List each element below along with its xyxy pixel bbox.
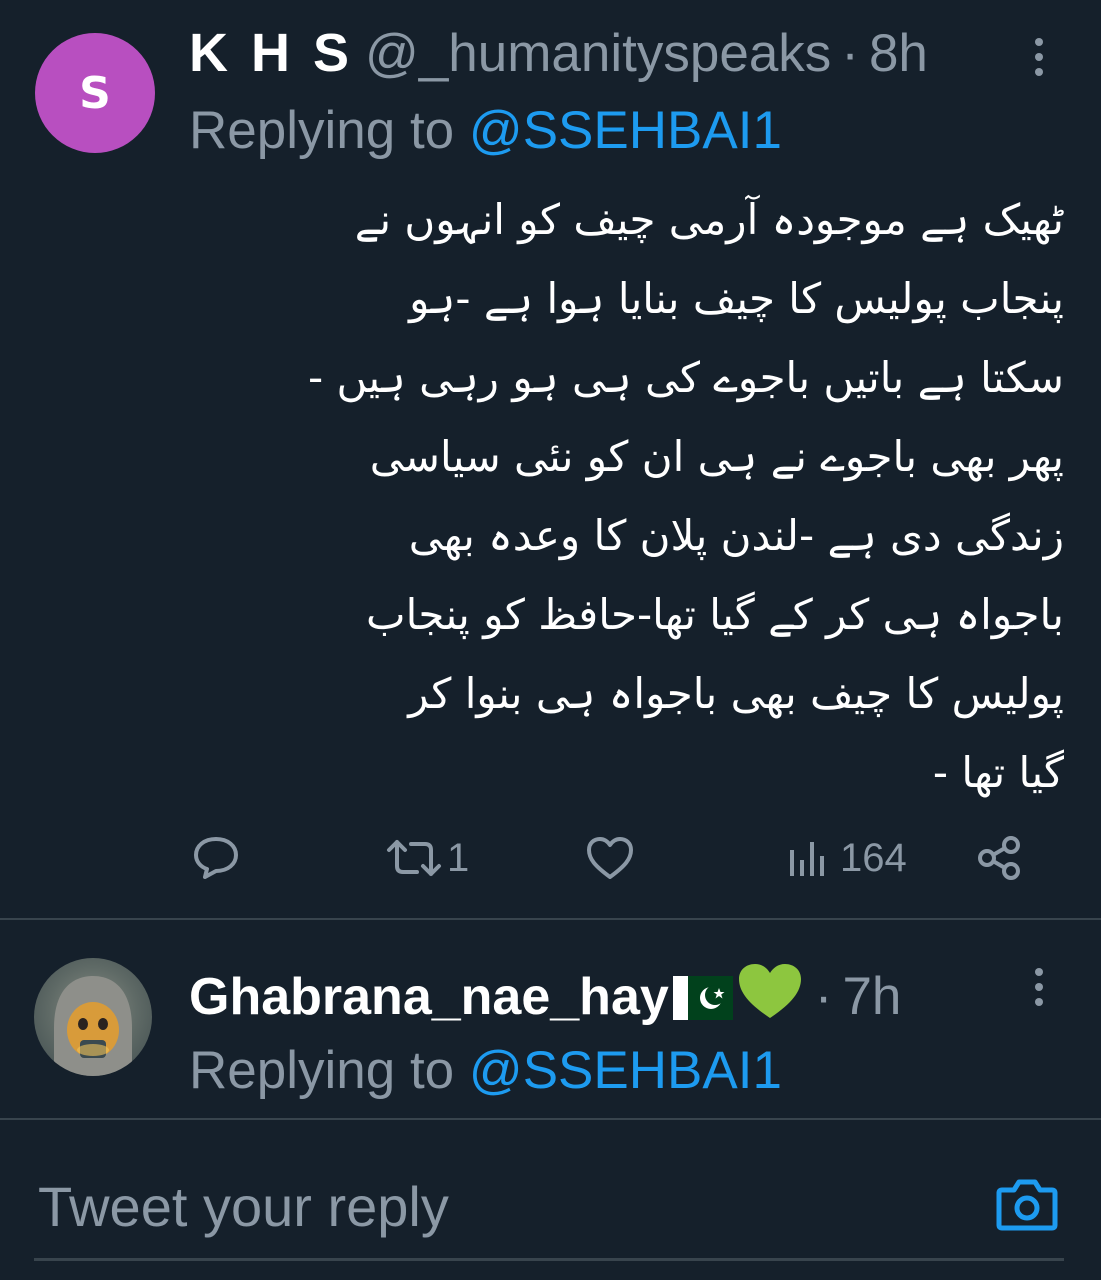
tweet-header: K H S @_humanityspeaks · 8h bbox=[189, 22, 928, 88]
reply-button[interactable] bbox=[192, 822, 240, 894]
tweet-actions: 1 164 bbox=[0, 822, 1101, 894]
retweet-icon bbox=[387, 840, 441, 876]
retweet-count: 1 bbox=[447, 835, 470, 880]
avatar[interactable]: S bbox=[35, 33, 155, 153]
avatar[interactable] bbox=[34, 958, 152, 1076]
user-handle[interactable]: @_humanityspeaks bbox=[365, 23, 831, 84]
separator-dot: · bbox=[814, 967, 833, 1026]
green-heart-icon bbox=[735, 962, 805, 1024]
tweet-khs[interactable]: S K H S @_humanityspeaks · 8h Replying t… bbox=[0, 0, 1101, 918]
share-button[interactable] bbox=[975, 822, 1025, 894]
comment-icon bbox=[194, 837, 238, 879]
more-options-icon[interactable] bbox=[1032, 968, 1046, 1008]
timestamp[interactable]: 7h bbox=[842, 966, 901, 1027]
camera-button[interactable] bbox=[996, 1176, 1058, 1232]
tweet-text: ٹھیک ہے موجودہ آرمی چیف کو انہوں نے پنجا… bbox=[307, 195, 1064, 797]
retweet-button[interactable]: 1 bbox=[385, 822, 469, 894]
views-icon bbox=[790, 842, 824, 876]
heart-icon bbox=[587, 837, 633, 879]
replying-to: Replying to @SSEHBAI1 bbox=[189, 1040, 782, 1101]
display-name[interactable]: Ghabrana_nae_hay bbox=[189, 967, 669, 1027]
pakistan-flag-icon bbox=[672, 976, 733, 1024]
share-icon bbox=[978, 836, 1020, 880]
like-button[interactable] bbox=[585, 822, 635, 894]
views-button[interactable]: 164 bbox=[786, 822, 907, 894]
camera-icon bbox=[996, 1179, 1058, 1231]
tweet-ghabrana[interactable]: Ghabrana_nae_hay · 7h Replying to @SSEHB… bbox=[0, 920, 1101, 1120]
tweet-header: Ghabrana_nae_hay · 7h bbox=[189, 956, 901, 1026]
replying-prefix: Replying to bbox=[189, 1041, 469, 1100]
more-options-icon[interactable] bbox=[1032, 38, 1046, 78]
display-name[interactable]: K H S bbox=[189, 22, 353, 84]
replying-mention-link[interactable]: @SSEHBAI1 bbox=[469, 101, 782, 160]
reply-underline bbox=[34, 1258, 1064, 1261]
avatar-letter: S bbox=[79, 67, 111, 119]
timestamp[interactable]: 8h bbox=[869, 23, 928, 84]
replying-to: Replying to @SSEHBAI1 bbox=[189, 100, 782, 161]
views-count: 164 bbox=[840, 835, 907, 880]
reply-input[interactable] bbox=[36, 1160, 940, 1252]
separator-dot: · bbox=[841, 24, 859, 83]
replying-mention-link[interactable]: @SSEHBAI1 bbox=[469, 1041, 782, 1100]
avatar-image bbox=[54, 976, 132, 1076]
reply-composer bbox=[0, 1120, 1101, 1280]
replying-prefix: Replying to bbox=[189, 101, 469, 160]
